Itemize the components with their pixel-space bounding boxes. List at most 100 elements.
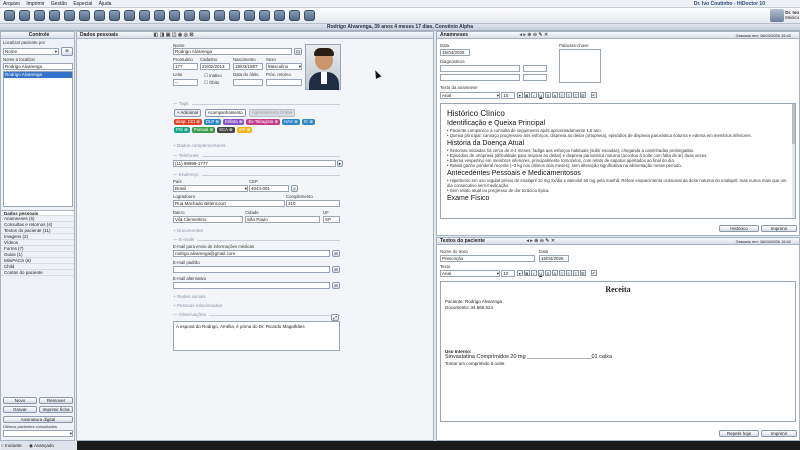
diagnostico-input-2[interactable]: [440, 74, 520, 81]
anamnese-editor[interactable]: Histórico Clínico Identificação e Queixa…: [440, 103, 796, 219]
text-color-icon[interactable]: ▾: [516, 270, 523, 276]
list-icon[interactable]: ☰: [579, 270, 586, 276]
tag-chip[interactable]: IC ⊗: [301, 119, 315, 125]
money-icon[interactable]: [154, 10, 165, 21]
lab-icon[interactable]: [244, 10, 255, 21]
bold-icon[interactable]: B: [523, 92, 530, 98]
obs-expand-icon[interactable]: ⤢: [331, 314, 339, 321]
chart-icon[interactable]: [184, 10, 195, 21]
cube-icon[interactable]: [109, 10, 120, 21]
endereco-section[interactable]: — Endereço: [173, 172, 199, 177]
repetir-hoje-button[interactable]: Repetir hoje: [719, 430, 759, 437]
prontuario-input[interactable]: 177: [173, 63, 198, 70]
observacoes-textarea[interactable]: A esposa do Rodrigo, Amélia, é prima do …: [173, 321, 340, 351]
strike-icon[interactable]: S: [544, 270, 551, 276]
palavras-chave-input[interactable]: [559, 49, 601, 83]
pessoas-relacionadas-section[interactable]: + Pessoas relacionadas: [173, 303, 222, 308]
obito-checkbox[interactable]: ☐ Óbito: [204, 80, 219, 86]
observacoes-section[interactable]: — Observações: [173, 312, 206, 317]
sexo-select[interactable]: Masculino ▾: [266, 63, 302, 70]
strike-icon[interactable]: S: [544, 92, 551, 98]
texto-data-input[interactable]: 16/04/2026: [539, 255, 569, 262]
people-icon[interactable]: [139, 10, 150, 21]
align-left-icon[interactable]: ≡: [558, 92, 565, 98]
panel-control-icons[interactable]: ◧ ◨ ▣ ◫ ◉ ◎ ⊠: [153, 32, 193, 38]
avancado-radio[interactable]: ◉: [29, 443, 33, 448]
leito-input[interactable]: --: [173, 79, 198, 86]
iniciante-radio[interactable]: ○: [1, 443, 4, 448]
data-obito-input[interactable]: [233, 79, 263, 86]
lock-icon[interactable]: ⊡: [294, 48, 302, 55]
home-icon[interactable]: [124, 10, 135, 21]
add-tag-button[interactable]: + Adicionar: [174, 109, 202, 117]
underline-icon[interactable]: U: [537, 92, 544, 98]
cadastro-input[interactable]: 22/02/2013: [200, 63, 230, 70]
mail-send-icon[interactable]: ✉: [332, 282, 340, 289]
cep-search-icon[interactable]: ⌕: [291, 185, 298, 192]
remover-button[interactable]: Remover: [39, 397, 73, 404]
anamnese-imprimir-button[interactable]: Imprimir: [761, 225, 797, 232]
list-icon[interactable]: [49, 10, 60, 21]
texto-editor[interactable]: Receita Paciente: Rodrigo Alvarenga Docu…: [440, 281, 796, 422]
font-select[interactable]: Arial ▾: [440, 92, 500, 99]
notes-icon[interactable]: [304, 10, 315, 21]
document-icon[interactable]: [169, 10, 180, 21]
underline-icon[interactable]: U: [537, 270, 544, 276]
size-select[interactable]: 10: [501, 92, 516, 99]
italic-icon[interactable]: I: [530, 270, 537, 276]
tools-icon[interactable]: [289, 10, 300, 21]
telefone-input[interactable]: (11) 99999-1777: [173, 160, 336, 167]
tag-chip[interactable]: Ex-Tabagista ⊗: [246, 119, 281, 125]
font-select[interactable]: Arial ▾: [440, 270, 500, 277]
email-alternativo-input[interactable]: [173, 282, 330, 289]
patient-icon[interactable]: [4, 10, 15, 21]
tag-chip[interactable]: Pontual ⊗: [191, 127, 216, 133]
tag-chip[interactable]: HAS ⊗: [282, 119, 300, 125]
texto-imprimir-button[interactable]: Imprimir: [761, 430, 797, 437]
pais-select[interactable]: Brasil ▾: [173, 185, 248, 192]
acompanhamento-button[interactable]: Acompanhamento: [204, 109, 246, 117]
logradouro-input[interactable]: Rua Machado Bittencourt: [173, 200, 285, 207]
mail-send-icon[interactable]: ✉: [332, 266, 340, 273]
email-medico-input[interactable]: rodrigo.alvarenga@gmail.com: [173, 250, 330, 257]
highlight-icon[interactable]: A: [551, 270, 558, 276]
undo-icon[interactable]: ↶: [590, 270, 597, 276]
list-icon[interactable]: ☰: [579, 92, 586, 98]
assinatura-digital-button[interactable]: Assinatura digital: [3, 416, 73, 423]
pill-icon[interactable]: [229, 10, 240, 21]
patient-photo[interactable]: [305, 44, 341, 90]
tag-chip[interactable]: SCA ⊗: [217, 127, 235, 133]
menu-especial[interactable]: Especial: [73, 0, 92, 8]
diagnostico-code-1[interactable]: [523, 65, 547, 72]
tag-chip[interactable]: PIX ⊗: [174, 127, 190, 133]
emails-section[interactable]: — E-mails: [173, 237, 194, 242]
nome-input[interactable]: Rodrigo Alvarenga: [173, 48, 292, 55]
mail-icon[interactable]: [214, 10, 225, 21]
historico-button[interactable]: Histórico: [719, 225, 759, 232]
agendamento-online-button[interactable]: Agendamento Online: [249, 109, 296, 117]
highlight-icon[interactable]: A: [551, 92, 558, 98]
telefones-section[interactable]: — Telefones: [173, 153, 198, 158]
gravar-button[interactable]: Gravar: [3, 406, 37, 413]
agenda-icon[interactable]: [19, 10, 30, 21]
cidade-input[interactable]: São Paulo: [245, 216, 320, 223]
folder-icon[interactable]: [64, 10, 75, 21]
menu-ajuda[interactable]: Ajuda: [99, 0, 112, 8]
anamneses-nav-icons[interactable]: ◂ ▸ ⊕ ⊖ ✎ ✕: [519, 32, 548, 38]
sync-icon[interactable]: [274, 10, 285, 21]
imprimir-ficha-button[interactable]: Imprimir ficha: [39, 406, 73, 413]
size-select[interactable]: 10: [501, 270, 516, 277]
gear-icon[interactable]: [259, 10, 270, 21]
menu-arquivo[interactable]: Arquivo: [3, 0, 20, 8]
align-right-icon[interactable]: ≡: [572, 270, 579, 276]
align-center-icon[interactable]: ≡: [565, 92, 572, 98]
italic-icon[interactable]: I: [530, 92, 537, 98]
documentos-section[interactable]: + Documentos: [173, 228, 203, 233]
tag-chip[interactable]: desp. CCI ⊗: [174, 119, 202, 125]
nome-texto-input[interactable]: Prescrição: [440, 255, 535, 262]
telefone-edit-icon[interactable]: ▸: [337, 160, 343, 167]
ultimos-select[interactable]: ▾: [3, 430, 73, 437]
bairro-input[interactable]: Vila Clementino: [173, 216, 243, 223]
inativo-checkbox[interactable]: ☐ Inativo: [204, 73, 222, 79]
text-color-icon[interactable]: ▾: [516, 92, 523, 98]
